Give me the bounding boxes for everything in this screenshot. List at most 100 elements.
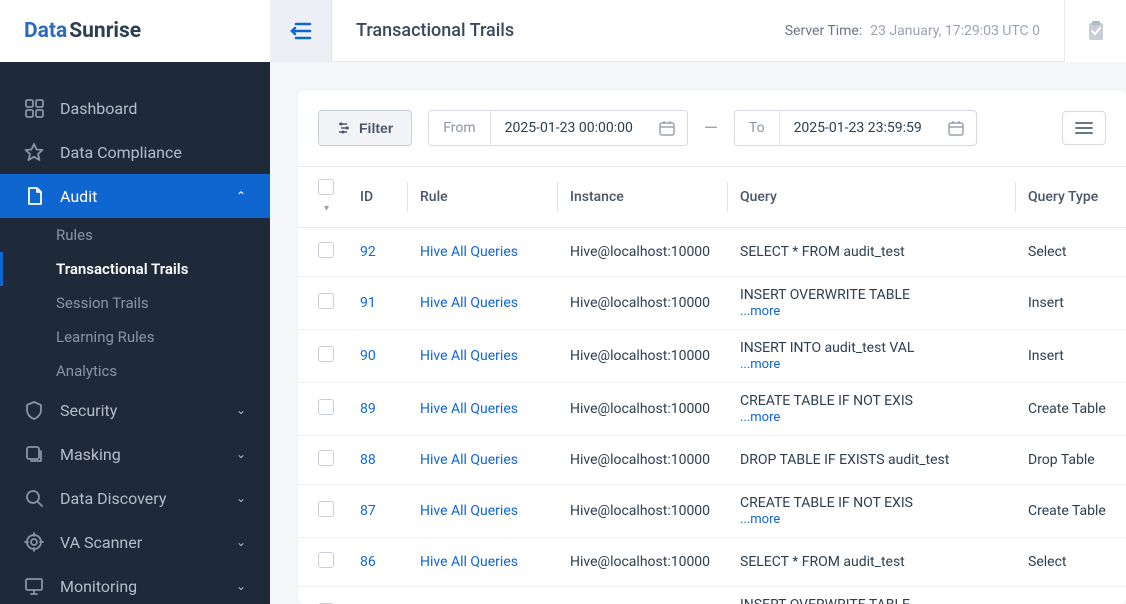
row-query-type: Insert <box>1016 330 1126 383</box>
row-id-link[interactable]: 91 <box>360 295 376 311</box>
sidebar-item-label: VA Scanner <box>60 533 236 552</box>
row-id-link[interactable]: 86 <box>360 554 376 570</box>
row-checkbox[interactable] <box>318 293 334 309</box>
trails-table: ▾ ID Rule Instance Query Query Type 92 Hi… <box>298 167 1126 604</box>
table-row: 92 Hive All Queries Hive@localhost:10000SE… <box>298 228 1126 277</box>
row-query: CREATE TABLE IF NOT EXIS...more <box>728 383 1016 436</box>
col-instance[interactable]: Instance <box>558 167 728 228</box>
server-time-value: 23 January, 17:29:03 UTC 0 <box>870 23 1040 39</box>
select-all-checkbox[interactable] <box>318 179 334 195</box>
sidebar-subitem-analytics[interactable]: Analytics <box>0 354 270 388</box>
table-row: 90Hive All QueriesHive@localhost:10000IN… <box>298 330 1126 383</box>
sidebar-item-data-discovery[interactable]: Data Discovery⌄ <box>0 476 270 520</box>
col-query[interactable]: Query <box>728 167 1016 228</box>
row-rule-link[interactable]: Hive All Queries <box>420 348 518 364</box>
monitor-icon <box>24 576 44 596</box>
sidebar-subitem-rules[interactable]: Rules <box>0 218 270 252</box>
clipboard-button[interactable] <box>1064 0 1126 62</box>
chevron-down-icon: ⌄ <box>236 447 246 461</box>
logo-part2: Sunrise <box>69 19 141 43</box>
sidebar-item-label: Monitoring <box>60 577 236 596</box>
sidebar-subitem-learning-rules[interactable]: Learning Rules <box>0 320 270 354</box>
view-options-button[interactable] <box>1062 111 1106 145</box>
row-checkbox[interactable] <box>318 552 334 568</box>
sidebar-item-monitoring[interactable]: Monitoring⌄ <box>0 564 270 604</box>
more-link[interactable]: ...more <box>740 357 780 372</box>
star-icon <box>24 142 44 162</box>
row-query: SELECT * FROM audit_test <box>728 228 1016 277</box>
row-id-link[interactable]: 89 <box>360 401 376 417</box>
hamburger-icon <box>1075 121 1093 135</box>
sidebar-subitem-transactional-trails[interactable]: Transactional Trails <box>0 252 270 286</box>
date-separator: — <box>704 118 718 139</box>
row-checkbox[interactable] <box>318 501 334 517</box>
row-query-type: Select <box>1016 228 1126 277</box>
date-to-label: To <box>735 111 780 145</box>
clipboard-icon <box>1087 21 1105 41</box>
row-rule-link[interactable]: Hive All Queries <box>420 554 518 570</box>
date-from-value: 2025-01-23 00:00:00 <box>491 111 647 145</box>
row-query: CREATE TABLE IF NOT EXIS...more <box>728 485 1016 538</box>
row-checkbox[interactable] <box>318 399 334 415</box>
row-query-type: Insert <box>1016 277 1126 330</box>
target-icon <box>24 532 44 552</box>
table-row: 86Hive All QueriesHive@localhost:10000SE… <box>298 538 1126 587</box>
sidebar-item-security[interactable]: Security⌄ <box>0 388 270 432</box>
row-checkbox[interactable] <box>318 346 334 362</box>
sidebar-toggle[interactable] <box>270 0 332 62</box>
row-query-type: Select <box>1016 538 1126 587</box>
calendar-icon <box>936 120 976 136</box>
sidebar-item-dashboard[interactable]: Dashboard <box>0 86 270 130</box>
col-checkbox[interactable]: ▾ <box>298 167 348 228</box>
chevron-up-icon: ⌃ <box>236 189 246 203</box>
more-link[interactable]: ...more <box>740 410 780 425</box>
chevron-down-icon: ⌄ <box>236 579 246 593</box>
filter-button[interactable]: Filter <box>318 110 412 146</box>
col-type[interactable]: Query Type <box>1016 167 1126 228</box>
date-from-label: From <box>429 111 490 145</box>
date-from[interactable]: From 2025-01-23 00:00:00 <box>428 110 688 146</box>
col-id[interactable]: ID <box>348 167 408 228</box>
row-query-type: Create Table <box>1016 383 1126 436</box>
row-checkbox[interactable] <box>318 450 334 466</box>
more-link[interactable]: ...more <box>740 304 780 319</box>
row-id-link[interactable]: 88 <box>360 452 376 468</box>
row-id-link[interactable]: 90 <box>360 348 376 364</box>
page-title: Transactional Trails <box>356 20 514 41</box>
logo-part1: Data <box>24 19 67 43</box>
row-rule-link[interactable]: Hive All Queries <box>420 295 518 311</box>
row-query: DROP TABLE IF EXISTS audit_test <box>728 436 1016 485</box>
row-instance: Hive@localhost:10000 <box>558 228 728 277</box>
col-rule[interactable]: Rule <box>408 167 558 228</box>
row-query: INSERT OVERWRITE TABLE...more <box>728 277 1016 330</box>
collapse-icon <box>290 22 312 40</box>
chevron-down-icon: ⌄ <box>236 403 246 417</box>
filter-icon <box>337 121 351 135</box>
sidebar-item-masking[interactable]: Masking⌄ <box>0 432 270 476</box>
sidebar-item-audit[interactable]: Audit⌃ <box>0 174 270 218</box>
more-link[interactable]: ...more <box>740 512 780 527</box>
logo[interactable]: Data Sunrise <box>0 0 270 62</box>
row-rule-link[interactable]: Hive All Queries <box>420 401 518 417</box>
row-instance: Hive@localhost:10000 <box>558 485 728 538</box>
sidebar-item-va-scanner[interactable]: VA Scanner⌄ <box>0 520 270 564</box>
file-icon <box>24 186 44 206</box>
chevron-down-icon[interactable]: ▾ <box>324 203 329 214</box>
sidebar-subitem-session-trails[interactable]: Session Trails <box>0 286 270 320</box>
row-query-type: Insert <box>1016 587 1126 604</box>
row-query-type: Drop Table <box>1016 436 1126 485</box>
row-rule-link[interactable]: Hive All Queries <box>420 244 518 260</box>
date-to[interactable]: To 2025-01-23 23:59:59 <box>734 110 977 146</box>
row-id-link[interactable]: 87 <box>360 503 376 519</box>
row-rule-link[interactable]: Hive All Queries <box>420 452 518 468</box>
row-query-type: Create Table <box>1016 485 1126 538</box>
row-checkbox[interactable] <box>318 242 334 258</box>
sidebar-item-label: Audit <box>60 187 236 206</box>
sidebar-item-data-compliance[interactable]: Data Compliance <box>0 130 270 174</box>
row-rule-link[interactable]: Hive All Queries <box>420 503 518 519</box>
filter-button-label: Filter <box>359 120 393 136</box>
stack-icon <box>24 444 44 464</box>
row-instance: Hive@localhost:10000 <box>558 277 728 330</box>
row-id-link[interactable]: 92 <box>360 244 376 260</box>
nav: DashboardData ComplianceAudit⌃RulesTrans… <box>0 62 270 604</box>
